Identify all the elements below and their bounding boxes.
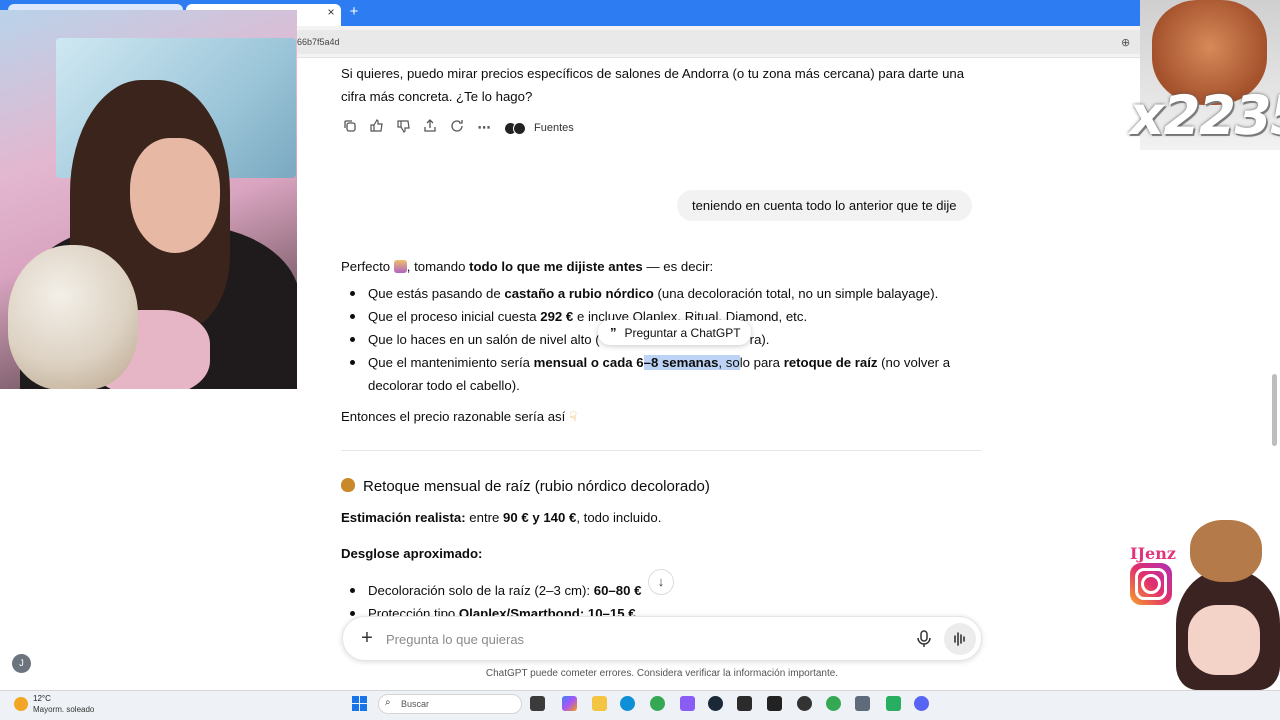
terminal-icon[interactable] (737, 696, 752, 711)
address-field[interactable] (290, 30, 1150, 54)
dog (8, 245, 138, 389)
url-text[interactable]: 66b7f5a4d (297, 37, 340, 47)
tab-close-icon[interactable]: × (324, 5, 338, 19)
breakdown-heading: Desglose aproximado: (341, 542, 981, 565)
taskbar (0, 690, 1280, 720)
weather-temperature[interactable]: 12°C (33, 694, 51, 703)
source-icon (513, 122, 526, 135)
money-bag-icon (341, 478, 355, 492)
pointing-down-icon: ☟ (568, 409, 578, 424)
task-view-icon[interactable] (530, 696, 545, 711)
plus-icon[interactable]: + (357, 626, 377, 650)
bold-text: Estimación realista: (341, 510, 466, 525)
assistant-previous-message: Si quieres, puedo mirar precios específi… (341, 66, 965, 104)
prompt-input[interactable] (386, 628, 886, 650)
list-item: Que el mantenimiento sería mensual o cad… (341, 351, 981, 397)
regenerate-icon[interactable] (448, 119, 466, 137)
arrow-down-icon[interactable]: ↓ (648, 569, 674, 595)
section-heading: Retoque mensual de raíz (rubio nórdico d… (341, 476, 710, 498)
settings-icon[interactable] (855, 696, 870, 711)
screen: × + 66b7f5a4d ⊕ ☆ ⋮ Si quieres, puedo mi… (0, 0, 1280, 720)
avatar-face (1188, 605, 1260, 675)
steam-icon[interactable] (708, 696, 723, 711)
microphone-icon[interactable] (915, 629, 933, 649)
edge-icon[interactable] (620, 696, 635, 711)
selected-text: –8 semanas (643, 355, 719, 370)
bold-text: Desglose aproximado: (341, 546, 483, 561)
list-item: Que estás pasando de castaño a rubio nór… (341, 282, 981, 305)
thumbs-up-icon[interactable] (368, 119, 386, 137)
app-icon[interactable] (680, 696, 695, 711)
webcam-overlay (0, 10, 297, 389)
disclaimer: ChatGPT puede cometer errores. Considera… (485, 668, 839, 679)
sources-button[interactable]: Fuentes (534, 122, 574, 134)
streamer-face (130, 138, 220, 253)
vtuber-avatar (1168, 515, 1280, 690)
composer: + (342, 616, 982, 661)
new-tab-icon[interactable]: + (346, 3, 362, 20)
app-icon[interactable] (886, 696, 901, 711)
thumbs-down-icon[interactable] (395, 119, 413, 137)
weather-sun-icon[interactable] (14, 697, 28, 711)
quote-icon: ” (610, 325, 617, 340)
share-icon[interactable] (421, 119, 439, 137)
text: , tomando (406, 259, 470, 274)
windows-icon[interactable] (352, 696, 368, 712)
search-icon: ⌕ (385, 697, 391, 708)
bold-text: todo lo que me dijiste antes (469, 259, 643, 274)
heading-text: Retoque mensual de raíz (rubio nórdico d… (363, 478, 710, 495)
estimate-line: Estimación realista: entre 90 € y 140 €,… (341, 510, 662, 525)
text: — es decir: (642, 259, 714, 274)
file-explorer-icon[interactable] (592, 696, 607, 711)
copilot-icon[interactable] (562, 696, 577, 711)
zoom-icon[interactable]: ⊕ (1121, 36, 1130, 49)
chrome-profile-icon[interactable] (826, 696, 841, 711)
avatar[interactable]: J (12, 654, 31, 673)
weather-description[interactable]: Mayorm. soleado (33, 705, 94, 714)
obs-icon[interactable] (797, 696, 812, 711)
taskbar-search[interactable] (378, 694, 522, 714)
taskbar-search-label: Buscar (401, 699, 430, 709)
user-message: teniendo en cuenta todo lo anterior que … (677, 190, 972, 221)
divider (341, 450, 981, 451)
epic-games-icon[interactable] (767, 696, 782, 711)
scrollbar-thumb[interactable] (1272, 374, 1277, 446)
teddy-bear (1190, 520, 1262, 582)
instagram-icon (1130, 563, 1172, 605)
discord-icon[interactable] (914, 696, 929, 711)
person-emoji-icon (393, 260, 407, 273)
counter-overlay: x2235 (1124, 84, 1280, 147)
chrome-icon[interactable] (650, 696, 665, 711)
sources-avatars[interactable] (504, 122, 528, 136)
answer-intro: Perfecto , tomando todo lo que me dijist… (341, 255, 981, 278)
more-icon[interactable]: ⋯ (475, 119, 493, 137)
list-item: Protección tipo Olaplex/Smartbond: 10–15… (341, 602, 981, 617)
text: Entonces el precio razonable sería así (341, 409, 569, 424)
popup-label: Preguntar a ChatGPT (624, 326, 741, 340)
ask-chatgpt-popup[interactable]: ” Preguntar a ChatGPT (598, 320, 751, 345)
text: Perfecto (341, 259, 394, 274)
conclusion-text: Entonces el precio razonable sería así ☟ (341, 405, 981, 428)
copy-icon[interactable] (341, 119, 359, 137)
voice-mode-icon[interactable] (944, 623, 976, 655)
